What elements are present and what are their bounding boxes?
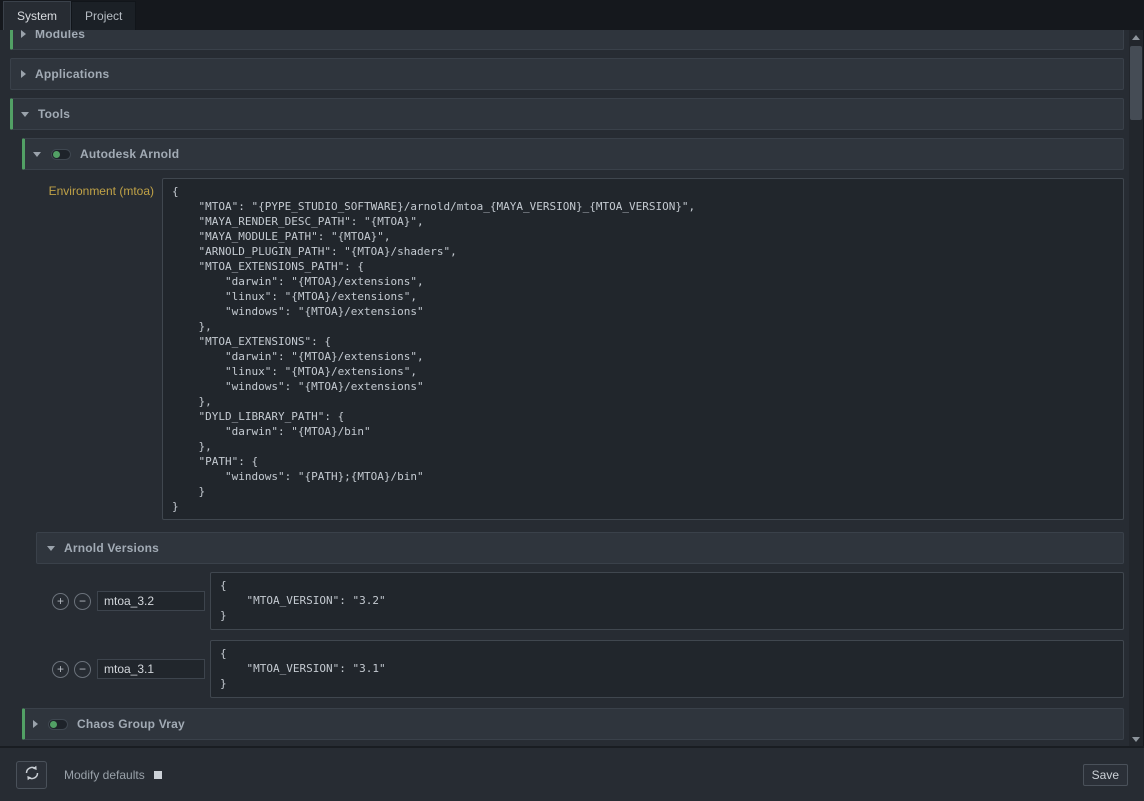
scroll-down-arrow-icon[interactable] [1129, 732, 1143, 746]
scrollbar-thumb[interactable] [1130, 46, 1142, 120]
chevron-right-icon [33, 720, 38, 728]
save-button[interactable]: Save [1083, 764, 1128, 786]
section-header-autodesk-arnold[interactable]: Autodesk Arnold [22, 138, 1124, 170]
section-label-arnold-versions: Arnold Versions [64, 541, 159, 555]
toggle-knob [50, 721, 57, 728]
chevron-right-icon [21, 30, 26, 38]
section-label-tools: Tools [38, 107, 70, 121]
chevron-down-icon [21, 112, 29, 117]
version-row: + − { "MTOA_VERSION": "3.2" } [36, 572, 1124, 630]
settings-scroll-area: Modules Applications Tools Autodesk Arno… [0, 30, 1129, 746]
modify-defaults-checkbox[interactable] [154, 771, 162, 779]
chevron-right-icon [21, 70, 26, 78]
toggle-knob [53, 151, 60, 158]
version-json-editor[interactable]: { "MTOA_VERSION": "3.1" } [210, 640, 1124, 698]
tab-bar: System Project [0, 0, 1144, 30]
version-json-editor[interactable]: { "MTOA_VERSION": "3.2" } [210, 572, 1124, 630]
refresh-icon [24, 765, 40, 784]
version-key-input[interactable] [97, 659, 205, 679]
modify-defaults-label: Modify defaults [64, 768, 145, 782]
add-item-button[interactable]: + [52, 661, 69, 678]
triangle-up-icon [1132, 35, 1140, 40]
section-header-applications[interactable]: Applications [10, 58, 1124, 90]
section-label-autodesk-arnold: Autodesk Arnold [80, 147, 179, 161]
tools-section-content: Autodesk Arnold Environment (mtoa) { "MT… [10, 138, 1124, 740]
arnold-versions-content: Arnold Versions + − { "MTOA_VERSION": "3… [22, 532, 1124, 698]
arnold-enabled-toggle[interactable] [51, 149, 71, 160]
remove-item-button[interactable]: − [74, 661, 91, 678]
tab-project[interactable]: Project [71, 1, 136, 30]
environment-label: Environment (mtoa) [22, 178, 162, 198]
footer-bar: Modify defaults Save [0, 746, 1144, 801]
chevron-down-icon [33, 152, 41, 157]
triangle-down-icon [1132, 737, 1140, 742]
environment-row: Environment (mtoa) { "MTOA": "{PYPE_STUD… [22, 178, 1124, 520]
scroll-up-arrow-icon[interactable] [1129, 30, 1143, 44]
section-header-arnold-versions[interactable]: Arnold Versions [36, 532, 1124, 564]
tab-system-label: System [17, 9, 57, 23]
vray-enabled-toggle[interactable] [48, 719, 68, 730]
refresh-button[interactable] [16, 761, 47, 789]
section-label-chaos-group-vray: Chaos Group Vray [77, 717, 185, 731]
version-key-input[interactable] [97, 591, 205, 611]
add-item-button[interactable]: + [52, 593, 69, 610]
version-row-controls: + − [52, 659, 210, 679]
chevron-down-icon [47, 546, 55, 551]
version-row-controls: + − [52, 591, 210, 611]
environment-json-editor[interactable]: { "MTOA": "{PYPE_STUDIO_SOFTWARE}/arnold… [162, 178, 1124, 520]
tab-system[interactable]: System [3, 1, 71, 30]
remove-item-button[interactable]: − [74, 593, 91, 610]
section-label-modules: Modules [35, 30, 85, 41]
section-header-chaos-group-vray[interactable]: Chaos Group Vray [22, 708, 1124, 740]
vertical-scrollbar[interactable] [1129, 30, 1143, 746]
section-header-modules[interactable]: Modules [10, 30, 1124, 50]
section-header-tools[interactable]: Tools [10, 98, 1124, 130]
settings-window: System Project Modules Applications Tool… [0, 0, 1144, 30]
version-row: + − { "MTOA_VERSION": "3.1" } [36, 640, 1124, 698]
tab-project-label: Project [85, 9, 122, 23]
section-label-applications: Applications [35, 67, 109, 81]
